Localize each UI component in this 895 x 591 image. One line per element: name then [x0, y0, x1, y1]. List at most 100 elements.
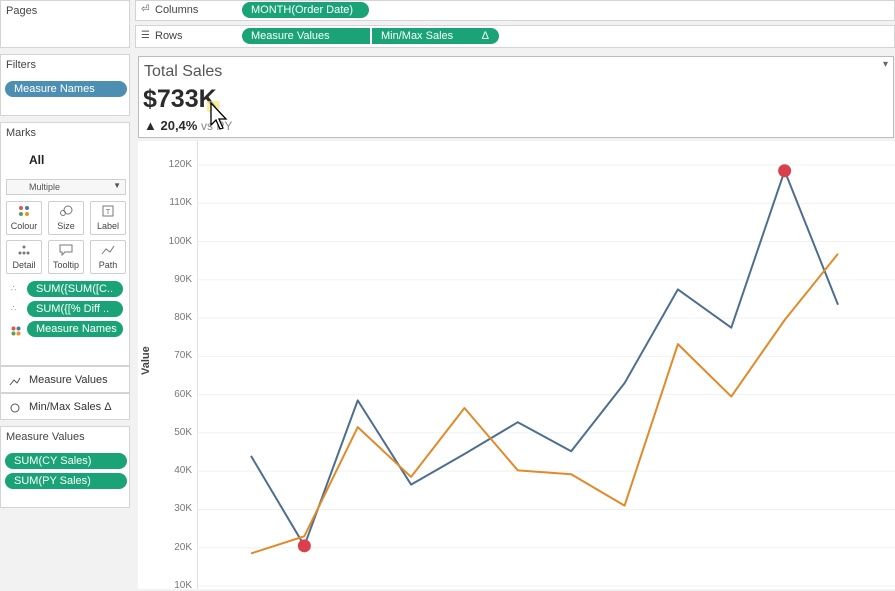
- path-label: Path: [98, 260, 118, 270]
- filters-card: Filters Measure Names: [0, 54, 130, 116]
- kpi-value: $733K: [143, 85, 217, 113]
- mark-field-pct-diff[interactable]: SUM({[% Diff ..: [27, 301, 123, 317]
- line-icon: [9, 374, 21, 392]
- colour-icon: [11, 323, 21, 341]
- tooltip-button[interactable]: Tooltip: [48, 240, 84, 274]
- detail-button[interactable]: Detail: [6, 240, 42, 274]
- filters-title: Filters: [6, 59, 36, 71]
- detail-icon: [7, 244, 41, 258]
- pages-title: Pages: [6, 5, 38, 17]
- filter-pill-measure-names[interactable]: Measure Names: [5, 81, 127, 97]
- mark-field-measure-names[interactable]: Measure Names: [27, 321, 123, 337]
- y-tick-label: 10K: [174, 580, 192, 591]
- detail-label: Detail: [12, 260, 36, 270]
- data-point[interactable]: [354, 396, 362, 404]
- data-point[interactable]: [460, 450, 468, 458]
- series-line-2: [250, 253, 839, 555]
- data-point[interactable]: [354, 423, 362, 431]
- circle-icon: [9, 401, 21, 419]
- measure-value-cy-sales[interactable]: SUM(CY Sales): [5, 453, 127, 469]
- kpi-title: Total Sales: [144, 63, 223, 80]
- rows-icon: ☰: [141, 30, 150, 41]
- data-point[interactable]: [567, 470, 575, 478]
- cursor-icon: [204, 97, 233, 138]
- y-tick-label: 50K: [174, 426, 192, 438]
- kpi-change: ▲ 20,4%: [144, 118, 198, 133]
- y-tick-label: 120K: [168, 159, 192, 170]
- columns-icon: ⏎: [141, 4, 150, 15]
- mark-layer-min-max-sales[interactable]: Min/Max Sales Δ: [0, 393, 130, 420]
- data-point[interactable]: [781, 316, 789, 324]
- delta-icon: Δ: [481, 30, 489, 42]
- data-point[interactable]: [621, 502, 629, 510]
- y-tick-label: 30K: [174, 503, 192, 515]
- series-line-1: [250, 169, 839, 547]
- label-label: Label: [96, 221, 120, 231]
- marks-card: Marks All Multiple ▼ Colour Size T Label…: [0, 122, 130, 366]
- measure-values-title: Measure Values: [6, 431, 85, 443]
- chart-pane: Value 120K 110K 100K 90K 80K 70K 60K 50K 40K 30K 2…: [138, 141, 895, 591]
- y-tick-label: 80K: [174, 312, 192, 324]
- data-point[interactable]: [247, 452, 255, 460]
- columns-label: Columns: [155, 4, 199, 16]
- data-point[interactable]: [834, 301, 842, 309]
- detail-icon: ∴: [11, 284, 17, 293]
- measure-value-py-sales[interactable]: SUM(PY Sales): [5, 473, 127, 489]
- path-button[interactable]: Path: [90, 240, 126, 274]
- line-chart: [198, 164, 895, 587]
- kpi-card: Total Sales $733K ▲ 20,4% vs PY ▾: [138, 56, 894, 138]
- rows-label: Rows: [155, 30, 183, 42]
- mark-layer-label: Measure Values: [29, 374, 108, 386]
- data-point[interactable]: [674, 340, 682, 348]
- data-point[interactable]: [514, 418, 522, 426]
- colour-button[interactable]: Colour: [6, 201, 42, 235]
- data-point[interactable]: [407, 473, 415, 481]
- size-icon: [49, 205, 83, 219]
- label-icon: T: [91, 205, 125, 219]
- colour-label: Colour: [10, 221, 38, 231]
- data-point[interactable]: [300, 532, 308, 540]
- max-sales-marker[interactable]: [778, 164, 792, 178]
- svg-text:T: T: [105, 208, 111, 216]
- y-tick-label: 100K: [168, 235, 192, 247]
- detail-icon: ∴: [11, 304, 17, 313]
- kpi-dropdown-icon[interactable]: ▾: [883, 59, 888, 70]
- mark-field-sum-c[interactable]: SUM({SUM([C..: [27, 281, 123, 297]
- data-point[interactable]: [567, 447, 575, 455]
- data-point[interactable]: [407, 481, 415, 489]
- chevron-down-icon: ▼: [113, 181, 121, 190]
- rows-pill-measure-values[interactable]: Measure Values: [242, 28, 370, 44]
- y-axis-label: Value: [140, 346, 152, 375]
- tooltip-icon: [49, 244, 83, 258]
- rows-shelf: ☰ Rows Measure Values Min/Max Sales Δ: [135, 25, 895, 48]
- rows-pill-label: Min/Max Sales: [381, 30, 454, 42]
- columns-pill-month-order-date[interactable]: MONTH(Order Date): [242, 2, 369, 18]
- data-point[interactable]: [460, 404, 468, 412]
- pages-card: Pages: [0, 0, 130, 48]
- data-point[interactable]: [247, 549, 255, 557]
- size-button[interactable]: Size: [48, 201, 84, 235]
- data-point[interactable]: [727, 324, 735, 332]
- data-point[interactable]: [727, 393, 735, 401]
- min-sales-marker[interactable]: [297, 539, 311, 553]
- y-tick-label: 90K: [174, 273, 192, 285]
- measure-values-card: Measure Values SUM(CY Sales) SUM(PY Sale…: [0, 426, 130, 508]
- path-icon: [91, 244, 125, 258]
- mark-type-value: Multiple: [29, 182, 61, 192]
- mark-type-dropdown[interactable]: Multiple ▼: [6, 179, 126, 195]
- tooltip-label: Tooltip: [52, 260, 79, 270]
- size-label: Size: [57, 221, 75, 231]
- rows-pill-min-max-sales[interactable]: Min/Max Sales Δ: [372, 28, 499, 44]
- columns-shelf: ⏎ Columns MONTH(Order Date): [135, 0, 895, 21]
- marks-title: Marks: [6, 127, 36, 139]
- data-point[interactable]: [514, 466, 522, 474]
- colour-icon: [7, 205, 41, 219]
- mark-layer-measure-values[interactable]: Measure Values: [0, 366, 130, 393]
- y-tick-label: 110K: [169, 197, 192, 209]
- data-point[interactable]: [834, 250, 842, 258]
- mark-layer-label: Min/Max Sales Δ: [29, 401, 112, 413]
- label-button[interactable]: T Label: [90, 201, 126, 235]
- marks-all-tab[interactable]: All: [29, 153, 44, 167]
- data-point[interactable]: [621, 379, 629, 387]
- data-point[interactable]: [674, 285, 682, 293]
